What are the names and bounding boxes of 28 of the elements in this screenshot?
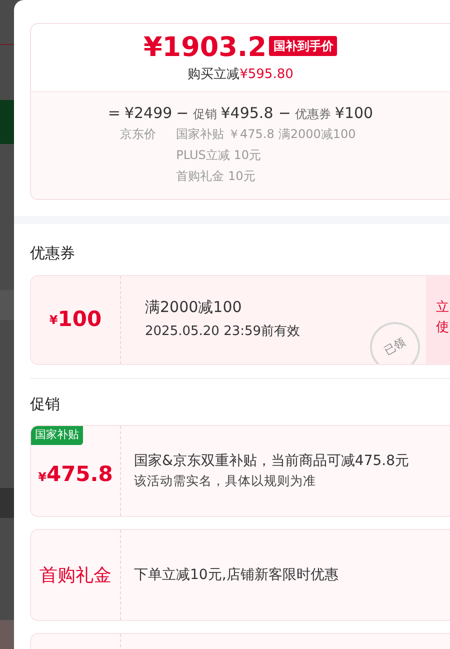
promotion-note: 该活动需实名，具体以规则为准	[134, 472, 317, 490]
breakdown-note: 首购礼金 10元	[176, 168, 256, 185]
breakdown-note: 国家补贴 ￥475.8	[176, 126, 274, 143]
saving-text: 购买立减¥595.80	[186, 66, 294, 84]
breakdown-label: 促销	[192, 106, 217, 120]
use-coupon-button[interactable]: 立 使	[426, 276, 450, 364]
promotion-text: 下单立减10元,店铺新客限时优惠	[134, 566, 340, 584]
breakdown-amount: ¥495.8	[220, 104, 274, 122]
operator-text: =	[108, 104, 120, 122]
promotion-text: 国家&京东双重补贴，当前商品可减475.8元	[134, 452, 410, 472]
final-price: ¥1903.2	[144, 32, 266, 63]
promotion-label: 首购礼金	[40, 564, 112, 588]
breakdown-note: 京东价	[118, 126, 157, 143]
section-title: 促销	[30, 394, 61, 414]
coupon-amount: ¥100	[31, 276, 121, 364]
breakdown-label: 优惠券	[294, 106, 331, 120]
promotion-amount: ¥475.8	[38, 461, 113, 488]
coupon-validity: 2025.05.20 23:59前有效	[145, 323, 302, 341]
breakdown-amount: ¥2499	[124, 104, 172, 122]
breakdown-note: PLUS立减 10元	[176, 147, 262, 164]
operator-text: −	[278, 104, 291, 122]
subsidy-tag: 国家补贴	[31, 426, 83, 444]
coupon-condition: 满2000减100	[145, 296, 243, 318]
operator-text: −	[176, 104, 189, 122]
breakdown-note: 满2000减100	[278, 126, 357, 143]
breakdown-amount: ¥100	[334, 104, 374, 122]
price-badge: 国补到手价	[269, 36, 338, 56]
section-title: 优惠券	[30, 243, 76, 264]
